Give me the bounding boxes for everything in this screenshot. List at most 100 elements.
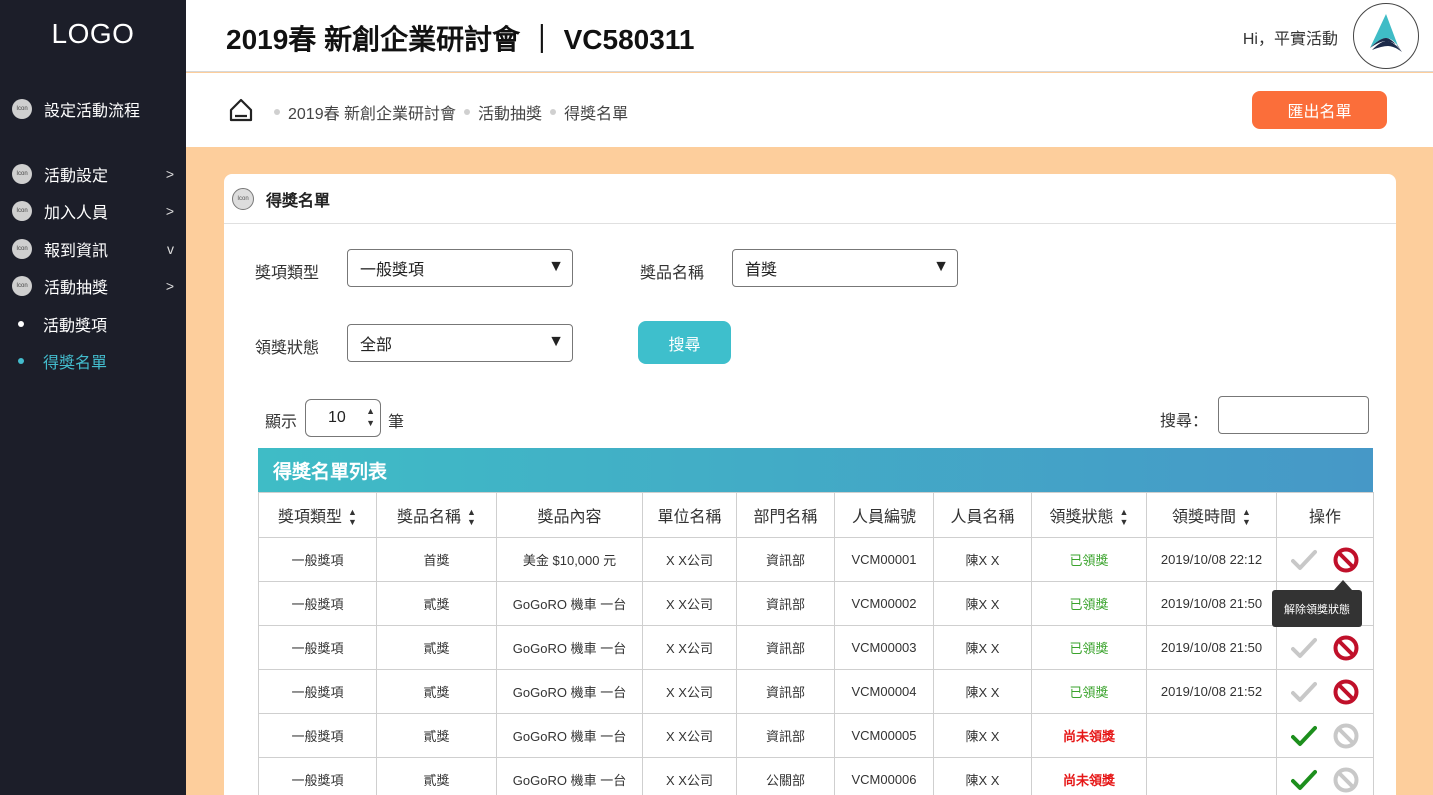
cancel-claim-icon[interactable]: [1333, 723, 1359, 749]
column-header-label: 領獎時間: [1172, 508, 1237, 526]
table-row: 一般獎項 首獎 美金 $10,000 元X X公司 資訊部 VCM00001 陳X X 已領…: [258, 537, 1374, 582]
cell-staff-id: VCM00004: [834, 669, 934, 714]
column-header[interactable]: 領獎狀態 ▲ ▼: [1031, 492, 1147, 538]
sidebar-subitem-label: 活動獎項: [43, 318, 108, 335]
column-header: 單位名稱: [642, 492, 737, 538]
sidebar-item-flow[interactable]: Icon 設定活動流程: [12, 97, 180, 121]
cell-time: [1146, 713, 1277, 758]
award-type-select[interactable]: 一般獎項 ▼: [347, 249, 573, 287]
page-size-value: 10: [328, 409, 346, 426]
award-type-label: 獎項類型: [255, 265, 320, 282]
cancel-claim-icon[interactable]: [1333, 547, 1359, 573]
check-icon[interactable]: [1291, 549, 1317, 571]
prize-name-label: 獎品名稱: [640, 265, 705, 282]
cell-unit: X X公司: [642, 581, 737, 626]
sidebar-subitem-prizes[interactable]: 活動獎項: [18, 313, 107, 335]
avatar[interactable]: [1353, 3, 1419, 69]
sidebar-item-label: 活動抽獎: [44, 280, 109, 297]
table-row: 一般獎項 貳獎 GoGoRO 機車 一台 X X公司 資訊部 VCM00003 陳X X 已領…: [258, 625, 1374, 670]
cell-unit: X X公司: [642, 537, 737, 582]
export-list-button[interactable]: 匯出名單: [1252, 91, 1387, 129]
column-header: 部門名稱: [736, 492, 835, 538]
logo: LOGO: [51, 18, 135, 49]
column-header: 獎品內容: [496, 492, 643, 538]
cell-name: 陳X X: [933, 757, 1032, 795]
sort-icon[interactable]: ▲ ▼: [467, 507, 476, 527]
breadcrumb-item[interactable]: 2019春 新創企業研討會: [288, 100, 456, 124]
column-header-label: 獎品名稱: [397, 508, 462, 526]
cell-status: 尚未領獎: [1031, 757, 1147, 795]
column-header: 操作: [1276, 492, 1374, 538]
bullet-icon: [18, 358, 24, 364]
cell-prize: 貳獎: [376, 713, 497, 758]
cell-time: 2019/10/08 21:52: [1146, 669, 1277, 714]
claim-status-label: 領獎狀態: [255, 340, 320, 357]
cell-status: 已領獎: [1031, 669, 1147, 714]
sidebar-item-checkin[interactable]: Icon 報到資訊 v: [12, 237, 180, 261]
cell-staff-id: VCM00002: [834, 581, 934, 626]
cell-prize: 貳獎: [376, 669, 497, 714]
column-header: 人員編號: [834, 492, 934, 538]
prize-name-value: 首獎: [745, 262, 778, 279]
claim-status-value: 全部: [360, 337, 393, 354]
placeholder-icon: Icon: [12, 276, 32, 296]
breadcrumb-separator: [550, 109, 557, 115]
cell-award-type: 一般獎項: [258, 625, 377, 670]
column-header[interactable]: 獎項類型 ▲ ▼: [258, 492, 377, 538]
cell-dept: 資訊部: [736, 669, 835, 714]
cell-actions: [1276, 669, 1374, 714]
sort-icon[interactable]: ▲ ▼: [348, 507, 357, 527]
check-icon[interactable]: [1291, 681, 1317, 703]
header: 2019春 新創企業研討會 ｜ VC580311 Hi，平實活動: [186, 0, 1433, 72]
check-icon[interactable]: [1291, 769, 1317, 791]
cell-content: GoGoRO 機車 一台: [496, 581, 643, 626]
column-header-label: 操作: [1308, 509, 1341, 526]
chevron-right-icon: >: [165, 278, 174, 294]
up-down-arrows-icon[interactable]: ▲ ▼: [366, 405, 375, 429]
show-label: 顯示: [265, 414, 298, 431]
sidebar-item-label: 加入人員: [44, 205, 109, 222]
card-title: 得獎名單: [266, 192, 331, 210]
check-icon[interactable]: [1291, 637, 1317, 659]
column-header[interactable]: 獎品名稱 ▲ ▼: [376, 492, 497, 538]
column-header-label: 人員名稱: [950, 509, 1015, 526]
column-header-label: 獎項類型: [278, 508, 343, 526]
table-body: 一般獎項 首獎 美金 $10,000 元X X公司 資訊部 VCM00001 陳X X 已領…: [258, 537, 1374, 795]
cell-award-type: 一般獎項: [258, 581, 377, 626]
cell-status: 已領獎: [1031, 537, 1147, 582]
column-header-label: 領獎狀態: [1049, 508, 1114, 526]
cell-actions: [1276, 757, 1374, 795]
sort-icon[interactable]: ▲ ▼: [1120, 507, 1129, 527]
cell-staff-id: VCM00003: [834, 625, 934, 670]
sort-icon[interactable]: ▲ ▼: [1242, 507, 1251, 527]
prize-name-select[interactable]: 首獎 ▼: [732, 249, 958, 287]
sidebar-item-lottery[interactable]: Icon 活動抽獎 >: [12, 274, 180, 298]
sidebar-subitem-winners[interactable]: 得獎名單: [18, 350, 107, 372]
breadcrumb-item[interactable]: 活動抽獎: [478, 100, 542, 124]
cell-content: GoGoRO 機車 一台: [496, 713, 643, 758]
cell-award-type: 一般獎項: [258, 757, 377, 795]
column-header[interactable]: 領獎時間 ▲ ▼: [1146, 492, 1277, 538]
placeholder-icon: Icon: [232, 187, 254, 210]
cancel-claim-icon[interactable]: [1333, 767, 1359, 793]
table-header-row: 獎項類型 ▲ ▼ 獎品名稱 ▲ ▼ 獎品內容 單位名稱 部門名稱 人員編號 人員名稱 領獎狀態 ▲ ▼ 領獎…: [258, 492, 1374, 538]
dropdown-arrow-icon: ▼: [548, 258, 564, 275]
tooltip: 解除領獎狀態: [1272, 580, 1362, 627]
cell-dept: 資訊部: [736, 537, 835, 582]
table-search-input[interactable]: [1218, 396, 1369, 434]
placeholder-icon: Icon: [12, 239, 32, 259]
search-button[interactable]: 搜尋: [638, 321, 731, 364]
cancel-claim-icon[interactable]: [1333, 679, 1359, 705]
cell-prize: 首獎: [376, 537, 497, 582]
check-icon[interactable]: [1291, 725, 1317, 747]
chevron-down-icon: v: [167, 241, 174, 257]
cancel-claim-icon[interactable]: [1333, 635, 1359, 661]
sidebar-item-settings[interactable]: Icon 活動設定 >: [12, 162, 180, 186]
cell-content: GoGoRO 機車 一台: [496, 757, 643, 795]
page-size-stepper[interactable]: 10 ▲ ▼: [305, 399, 381, 437]
home-icon[interactable]: [228, 97, 254, 123]
cell-dept: 資訊部: [736, 581, 835, 626]
sidebar-item-members[interactable]: Icon 加入人員 >: [12, 199, 180, 223]
claim-status-select[interactable]: 全部 ▼: [347, 324, 573, 362]
cell-name: 陳X X: [933, 625, 1032, 670]
